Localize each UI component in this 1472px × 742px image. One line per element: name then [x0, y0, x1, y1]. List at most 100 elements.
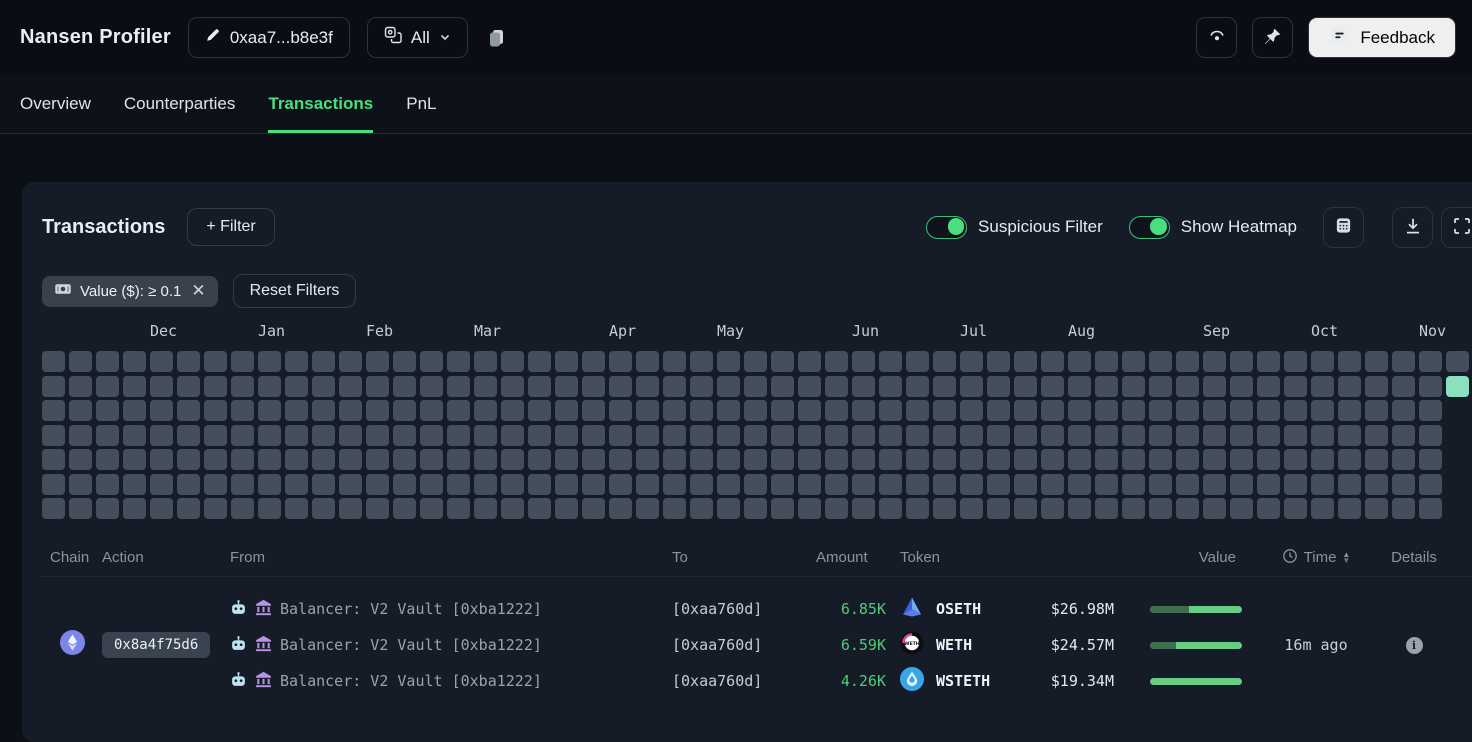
heatmap-cell[interactable] [339, 351, 362, 372]
heatmap-cell[interactable] [582, 351, 605, 372]
heatmap-cell[interactable] [501, 376, 524, 397]
heatmap-cell[interactable] [1257, 498, 1280, 519]
heatmap-cell[interactable] [393, 449, 416, 470]
heatmap-cell[interactable] [474, 474, 497, 495]
heatmap-cell[interactable] [150, 425, 173, 446]
heatmap-cell[interactable] [744, 400, 767, 421]
heatmap-cell[interactable] [393, 474, 416, 495]
heatmap-cell[interactable] [528, 351, 551, 372]
heatmap-cell[interactable] [798, 425, 821, 446]
heatmap-cell[interactable] [1392, 376, 1415, 397]
heatmap-cell[interactable] [1176, 400, 1199, 421]
heatmap-cell[interactable] [1041, 449, 1064, 470]
heatmap-cell[interactable] [474, 376, 497, 397]
heatmap-cell[interactable] [285, 449, 308, 470]
heatmap-cell[interactable] [825, 425, 848, 446]
heatmap-cell[interactable] [906, 449, 929, 470]
heatmap-cell[interactable] [555, 425, 578, 446]
value-filter-chip[interactable]: Value ($): ≥ 0.1 ✕ [42, 276, 218, 307]
heatmap-cell[interactable] [690, 449, 713, 470]
heatmap-cell[interactable] [177, 449, 200, 470]
heatmap-cell[interactable] [474, 425, 497, 446]
heatmap-cell[interactable] [1392, 351, 1415, 372]
heatmap-cell[interactable] [393, 498, 416, 519]
heatmap-cell[interactable] [150, 474, 173, 495]
heatmap-cell[interactable] [798, 400, 821, 421]
heatmap-cell[interactable] [1149, 449, 1172, 470]
heatmap-cell[interactable] [447, 400, 470, 421]
heatmap-cell[interactable] [933, 498, 956, 519]
heatmap-cell[interactable] [798, 376, 821, 397]
heatmap-cell[interactable] [528, 474, 551, 495]
heatmap-cell[interactable] [771, 449, 794, 470]
heatmap-cell[interactable] [663, 351, 686, 372]
heatmap-cell[interactable] [420, 351, 443, 372]
heatmap-cell[interactable] [312, 498, 335, 519]
heatmap-cell[interactable] [447, 351, 470, 372]
heatmap-cell[interactable] [447, 449, 470, 470]
token-cell[interactable]: WETH WETH [886, 631, 1022, 659]
heatmap-cell[interactable] [447, 474, 470, 495]
action-method-badge[interactable]: 0x8a4f75d6 [102, 632, 210, 658]
tab-pnl[interactable]: PnL [406, 75, 436, 133]
heatmap-cell[interactable] [1176, 425, 1199, 446]
heatmap-cell[interactable] [609, 400, 632, 421]
heatmap-cell[interactable] [1338, 351, 1361, 372]
heatmap-cell[interactable] [1203, 474, 1226, 495]
heatmap-cell[interactable] [1149, 400, 1172, 421]
heatmap-cell[interactable] [717, 425, 740, 446]
heatmap-cell[interactable] [933, 425, 956, 446]
heatmap-cell[interactable] [744, 474, 767, 495]
heatmap-cell[interactable] [123, 425, 146, 446]
heatmap-cell[interactable] [1284, 400, 1307, 421]
heatmap-cell[interactable] [906, 498, 929, 519]
heatmap-cell[interactable] [1149, 376, 1172, 397]
heatmap-cell[interactable] [852, 425, 875, 446]
suspicious-filter-toggle[interactable]: Suspicious Filter [926, 216, 1103, 239]
heatmap-cell[interactable] [366, 376, 389, 397]
heatmap-cell[interactable] [501, 474, 524, 495]
heatmap-cell[interactable] [258, 376, 281, 397]
heatmap-cell[interactable] [987, 376, 1010, 397]
heatmap-cell[interactable] [960, 376, 983, 397]
heatmap-cell[interactable] [1014, 474, 1037, 495]
heatmap-cell[interactable] [474, 351, 497, 372]
heatmap-cell[interactable] [177, 425, 200, 446]
heatmap-cell[interactable] [1095, 376, 1118, 397]
heatmap-cell[interactable] [258, 498, 281, 519]
heatmap-cell[interactable] [663, 449, 686, 470]
heatmap-cell[interactable] [879, 376, 902, 397]
heatmap-cell[interactable] [501, 425, 524, 446]
heatmap-cell[interactable] [771, 400, 794, 421]
heatmap-cell[interactable] [312, 376, 335, 397]
heatmap-cell[interactable] [663, 376, 686, 397]
heatmap-cell[interactable] [879, 498, 902, 519]
heatmap-cell[interactable] [798, 498, 821, 519]
heatmap-cell[interactable] [1095, 498, 1118, 519]
heatmap-cell[interactable] [879, 400, 902, 421]
heatmap-cell[interactable] [474, 449, 497, 470]
heatmap-cell[interactable] [555, 474, 578, 495]
heatmap-cell[interactable] [42, 376, 65, 397]
heatmap-cell[interactable] [609, 351, 632, 372]
heatmap-cell[interactable] [150, 449, 173, 470]
heatmap-cell[interactable] [636, 498, 659, 519]
heatmap-cell[interactable] [555, 400, 578, 421]
heatmap-cell[interactable] [771, 351, 794, 372]
tab-overview[interactable]: Overview [20, 75, 91, 133]
info-icon[interactable]: i [1406, 637, 1423, 654]
to-cell[interactable]: [0xaa760d] [672, 672, 814, 690]
heatmap-cell[interactable] [258, 425, 281, 446]
heatmap-cell[interactable] [177, 498, 200, 519]
heatmap-cell[interactable] [582, 376, 605, 397]
sort-arrows-icon[interactable]: ▲▼ [1342, 552, 1350, 564]
heatmap-cell[interactable] [447, 425, 470, 446]
heatmap-cell[interactable] [231, 351, 254, 372]
heatmap-cell[interactable] [744, 351, 767, 372]
heatmap-cell[interactable] [501, 400, 524, 421]
heatmap-cell[interactable] [1230, 400, 1253, 421]
heatmap-cell[interactable] [177, 474, 200, 495]
heatmap-cell[interactable] [42, 425, 65, 446]
heatmap-cell[interactable] [663, 425, 686, 446]
heatmap-cell[interactable] [960, 449, 983, 470]
